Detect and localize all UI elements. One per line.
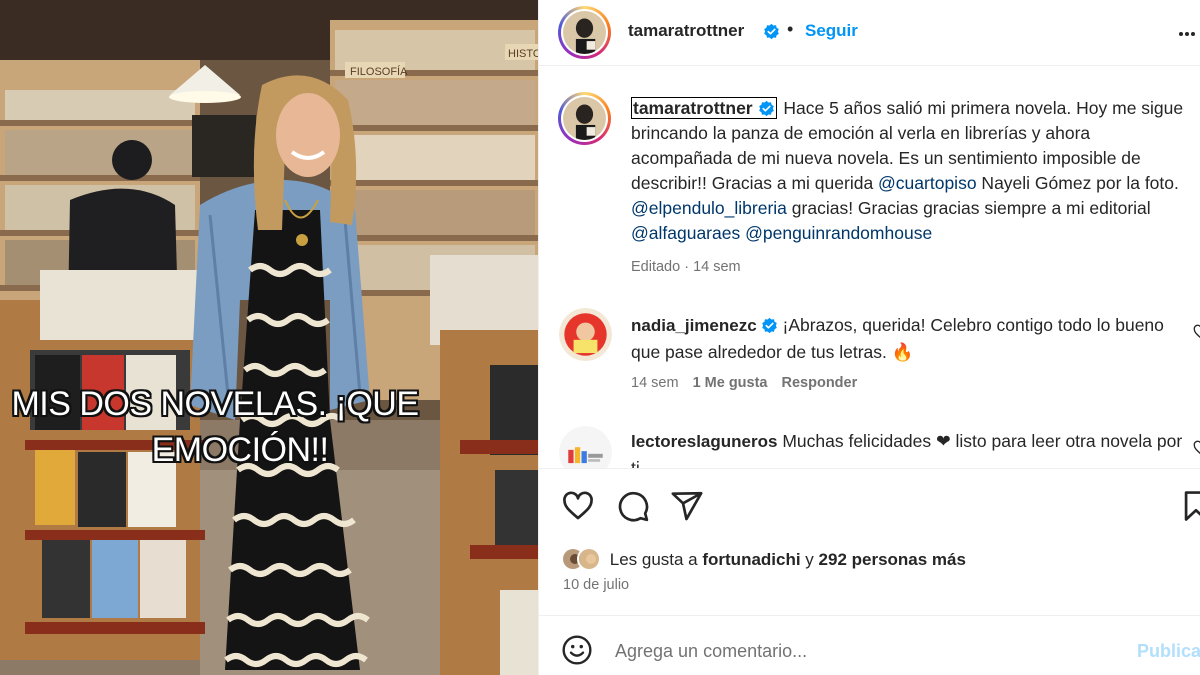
post-date[interactable]: 10 de julio: [563, 577, 629, 593]
author-username[interactable]: tamaratrottner: [628, 21, 744, 41]
author-avatar[interactable]: [558, 6, 611, 59]
comment-time: 14 sem: [631, 375, 679, 391]
mention-penguinrandomhouse[interactable]: @penguinrandomhouse: [745, 223, 932, 243]
liker-username[interactable]: fortunadichi: [702, 550, 800, 569]
liker-avatar: [577, 547, 601, 571]
likes-summary: Les gusta a fortunadichi y 292 personas …: [561, 547, 966, 571]
publish-button[interactable]: Publicar: [1137, 641, 1200, 662]
caption-author-username[interactable]: tamaratrottner: [631, 97, 777, 119]
post-photo[interactable]: FILOSOFÍA HISTO MIS DOS NOVELAS. ¡QUE EM…: [0, 0, 538, 675]
liker-avatar-image: [579, 549, 599, 569]
caption-verified-badge-icon: [758, 100, 774, 117]
comment-body: lectoreslaguneros Muchas felicidades ❤ l…: [631, 428, 1191, 468]
comment-likes[interactable]: 1 Me gusta: [693, 375, 768, 391]
follow-button[interactable]: Seguir: [805, 21, 858, 41]
comment-body: nadia_jimenezc ¡Abrazos, querida! Celebr…: [631, 312, 1191, 365]
comment-input[interactable]: [615, 636, 1115, 666]
caption-text-2: Nayeli Gómez por la foto.: [976, 173, 1179, 193]
comment-meta: 14 sem 1 Me gusta Responder: [631, 375, 857, 391]
caption-author-avatar-image: [563, 97, 606, 140]
likes-prefix: Les gusta a: [609, 550, 703, 569]
commenter-avatar-image: [559, 308, 612, 361]
more-options-icon[interactable]: [1177, 24, 1197, 44]
photo-caption-overlay-line-1: MIS DOS NOVELAS. ¡QUE: [11, 385, 419, 423]
mention-cuartopiso[interactable]: @cuartopiso: [878, 173, 977, 193]
commenter-avatar[interactable]: [559, 308, 612, 361]
reply-button[interactable]: Responder: [782, 375, 858, 391]
comment-like-icon[interactable]: [1193, 440, 1200, 456]
likes-count[interactable]: 292 personas más: [819, 550, 966, 569]
verified-badge-icon: [764, 23, 779, 40]
caption-meta: Editado · 14 sem: [631, 259, 741, 275]
commenter-username[interactable]: nadia_jimenezc: [631, 316, 757, 335]
mention-alfaguaraes[interactable]: @alfaguaraes: [631, 223, 740, 243]
caption-author-avatar[interactable]: [558, 92, 611, 145]
comment-bubble-icon[interactable]: [616, 489, 650, 523]
mention-elpendulo-libreria[interactable]: @elpendulo_libreria: [631, 198, 787, 218]
likes-mid: y: [800, 550, 819, 569]
commenter-username[interactable]: lectoreslaguneros: [631, 432, 777, 451]
separator-dot: •: [787, 19, 794, 39]
caption-text-3: gracias! Gracias gracias siempre a mi ed…: [786, 198, 1151, 218]
bookstore-photo: FILOSOFÍA HISTO: [0, 0, 538, 675]
like-heart-icon[interactable]: [561, 489, 595, 523]
commenter-avatar-image: [559, 426, 612, 468]
comment-like-icon[interactable]: [1193, 324, 1200, 340]
commenter-verified-badge-icon: [761, 317, 777, 334]
post-caption: tamaratrottner Hace 5 años salió mi prim…: [631, 96, 1193, 246]
save-bookmark-icon[interactable]: [1179, 489, 1200, 523]
author-avatar-image: [563, 11, 606, 54]
photo-caption-overlay-line-2: EMOCIÓN!!: [151, 431, 329, 469]
post-header: tamaratrottner • Seguir: [539, 0, 1200, 66]
comments-list[interactable]: nadia_jimenezc ¡Abrazos, querida! Celebr…: [539, 290, 1200, 468]
add-comment-bar: Publicar: [539, 615, 1200, 675]
shelf-sign: FILOSOFÍA: [350, 65, 408, 78]
post-panel: tamaratrottner • Seguir tamaratrottner H…: [538, 0, 1200, 675]
shelf-sign-2: HISTO: [508, 48, 538, 60]
caption-author-username-text[interactable]: tamaratrottner: [633, 98, 753, 118]
share-paper-plane-icon[interactable]: [670, 489, 704, 523]
post-actions: Les gusta a fortunadichi y 292 personas …: [539, 468, 1200, 615]
commenter-avatar[interactable]: [559, 426, 612, 468]
emoji-smiley-icon[interactable]: [561, 634, 593, 666]
